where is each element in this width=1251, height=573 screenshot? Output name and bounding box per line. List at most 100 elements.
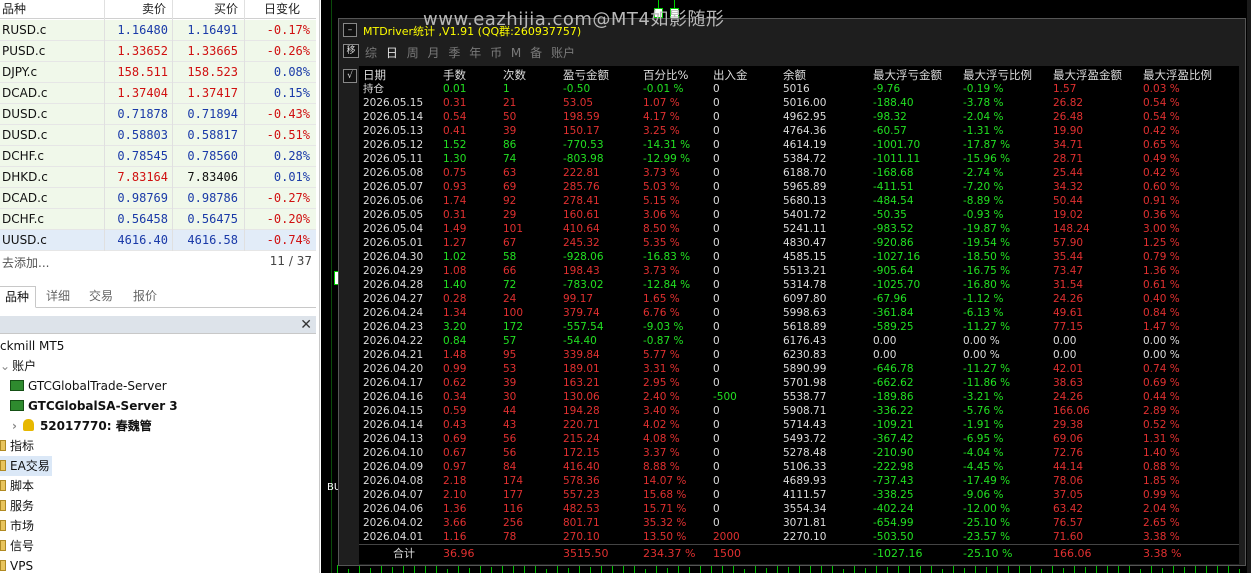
symbol-row[interactable]: DCHF.c 0.56458 0.56475 -0.20% bbox=[0, 209, 316, 230]
cell-max-float-profit: 63.42 bbox=[1053, 503, 1084, 515]
nav-item-services[interactable]: 服务 bbox=[0, 496, 34, 516]
cell-pnl: 557.23 bbox=[563, 489, 600, 501]
symbol-row[interactable]: RUSD.c 1.16480 1.16491 -0.17% bbox=[0, 20, 316, 41]
cell-max-float-loss: -905.64 bbox=[873, 265, 914, 277]
cell-max-float-loss-pct: -1.91 % bbox=[963, 419, 1004, 431]
cell-balance: 5384.72 bbox=[783, 153, 827, 165]
col-change-header[interactable]: 日变化 bbox=[264, 0, 300, 18]
nav-item-market[interactable]: 市场 bbox=[0, 516, 34, 536]
cell-flow: 0 bbox=[713, 503, 720, 515]
cell-pnl: 198.59 bbox=[563, 111, 600, 123]
volume-bar bbox=[810, 566, 811, 573]
cell-max-float-loss: -222.98 bbox=[873, 461, 914, 473]
cell-max-float-profit: 24.26 bbox=[1053, 391, 1084, 403]
nav-item-expert-advisors[interactable]: EA交易 bbox=[0, 456, 52, 476]
tab-ticks[interactable]: 报价 bbox=[127, 286, 163, 308]
cell-date: 2026.04.28 bbox=[363, 279, 424, 291]
symbol-name: DHKD.c bbox=[2, 170, 48, 184]
nav-item-account[interactable]: › 52017770: 春魏管 bbox=[12, 416, 152, 436]
symbol-row[interactable]: DUSD.c 0.58803 0.58817 -0.51% bbox=[0, 125, 316, 146]
nav-item-signals[interactable]: 信号 bbox=[0, 536, 34, 556]
nav-item-vps[interactable]: VPS bbox=[0, 556, 33, 573]
symbol-row[interactable]: PUSD.c 1.33652 1.33665 -0.26% bbox=[0, 41, 316, 62]
cell-count: 53 bbox=[503, 363, 517, 375]
nav-item-server-1[interactable]: GTCGlobalTrade-Server bbox=[10, 376, 167, 396]
tab-currency[interactable]: 币 bbox=[490, 46, 502, 60]
tab-quarterly[interactable]: 季 bbox=[448, 46, 460, 60]
cell-balance: 5513.21 bbox=[783, 265, 827, 277]
nav-item-scripts[interactable]: 脚本 bbox=[0, 476, 34, 496]
chevron-right-icon[interactable]: › bbox=[12, 419, 17, 433]
cell-max-float-profit-pct: 0.54 % bbox=[1143, 97, 1180, 109]
symbol-row[interactable]: DCAD.c 1.37404 1.37417 0.15% bbox=[0, 83, 316, 104]
add-symbol-row[interactable]: 去添加... 11 / 37 bbox=[0, 251, 316, 271]
symbol-row[interactable]: DCAD.c 0.98769 0.98786 -0.27% bbox=[0, 188, 316, 209]
cell-date: 2026.05.13 bbox=[363, 125, 424, 137]
cell-date: 2026.04.30 bbox=[363, 251, 424, 263]
daily-change: -0.17% bbox=[266, 23, 310, 37]
tab-weekly[interactable]: 周 bbox=[407, 46, 419, 60]
cell-max-float-loss: 0.00 bbox=[873, 335, 897, 347]
header-max-float-profit: 最大浮盈金额 bbox=[1053, 68, 1122, 82]
symbol-row[interactable]: UUSD.c 4616.40 4616.58 -0.74% bbox=[0, 230, 316, 251]
cell-max-float-profit-pct: 3.00 % bbox=[1143, 223, 1180, 235]
price-scale bbox=[1247, 0, 1251, 573]
volume-bar bbox=[1206, 566, 1207, 573]
cell-max-float-loss: -67.96 bbox=[873, 293, 907, 305]
cell-pct: 4.08 % bbox=[643, 433, 680, 445]
tab-summary[interactable]: 综 bbox=[365, 46, 377, 60]
nav-item-label: 服务 bbox=[10, 499, 35, 513]
symbol-name: DJPY.c bbox=[2, 65, 38, 79]
cell-max-float-profit-pct: 0.65 % bbox=[1143, 139, 1180, 151]
checkbox-toggle[interactable]: √ bbox=[343, 69, 357, 83]
symbol-row[interactable]: DJPY.c 158.511 158.523 0.08% bbox=[0, 62, 316, 83]
col-symbol-header[interactable]: 品种 bbox=[2, 0, 26, 18]
cell-count: 174 bbox=[503, 475, 524, 487]
cell-max-float-profit-pct: 0.88 % bbox=[1143, 461, 1180, 473]
tab-details[interactable]: 详细 bbox=[40, 286, 76, 308]
tab-account[interactable]: 账户 bbox=[551, 46, 575, 60]
volume-bar bbox=[469, 568, 470, 573]
cell-max-float-profit: 50.44 bbox=[1053, 195, 1084, 207]
cell-date: 2026.04.15 bbox=[363, 405, 424, 417]
cell-count: 43 bbox=[503, 419, 517, 431]
nav-item-label: GTCGlobalSA-Server 3 bbox=[28, 399, 178, 413]
nav-item-accounts[interactable]: ⌄ 账户 bbox=[0, 356, 36, 376]
cell-flow: 0 bbox=[713, 517, 720, 529]
add-symbol-label[interactable]: 去添加... bbox=[2, 254, 49, 271]
cell-max-float-loss: -1025.70 bbox=[873, 279, 921, 291]
cell-max-float-loss: -503.50 bbox=[873, 531, 914, 543]
tab-monthly[interactable]: 月 bbox=[428, 46, 440, 60]
tab-notes[interactable]: 备 bbox=[530, 46, 542, 60]
tab-symbols[interactable]: 品种 bbox=[0, 286, 37, 308]
cell-max-float-loss: -336.22 bbox=[873, 405, 914, 417]
symbol-row[interactable]: DUSD.c 0.71878 0.71894 -0.43% bbox=[0, 104, 316, 125]
total-flow: 1500 bbox=[713, 547, 741, 560]
move-button[interactable]: 移 bbox=[343, 44, 359, 58]
navigator-root[interactable]: ckmill MT5 bbox=[0, 336, 64, 356]
symbol-row[interactable]: DCHF.c 0.78545 0.78560 0.28% bbox=[0, 146, 316, 167]
ask-price: 1.16491 bbox=[187, 23, 238, 37]
symbol-row[interactable]: DHKD.c 7.83164 7.83406 0.01% bbox=[0, 167, 316, 188]
bid-price: 1.37404 bbox=[117, 86, 168, 100]
nav-item-indicators[interactable]: 指标 bbox=[0, 436, 34, 456]
cell-flow: 0 bbox=[713, 489, 720, 501]
col-ask-header[interactable]: 买价 bbox=[214, 0, 238, 18]
col-bid-header[interactable]: 卖价 bbox=[142, 0, 166, 18]
cell-count: 100 bbox=[503, 307, 524, 319]
close-icon[interactable]: ✕ bbox=[300, 316, 312, 334]
tab-daily[interactable]: 日 bbox=[386, 46, 398, 60]
panel-menu-icon[interactable]: – bbox=[343, 23, 357, 37]
cell-max-float-profit-pct: 0.79 % bbox=[1143, 251, 1180, 263]
cell-max-float-profit: 76.57 bbox=[1053, 517, 1084, 529]
nav-item-server-2[interactable]: GTCGlobalSA-Server 3 bbox=[10, 396, 178, 416]
tab-yearly[interactable]: 年 bbox=[469, 46, 481, 60]
tab-magic[interactable]: M bbox=[511, 46, 521, 60]
cell-max-float-profit-pct: 2.04 % bbox=[1143, 503, 1180, 515]
cell-date: 2026.04.17 bbox=[363, 377, 424, 389]
tab-trading[interactable]: 交易 bbox=[83, 286, 119, 308]
volume-bar bbox=[447, 569, 448, 573]
symbol-name: DUSD.c bbox=[2, 128, 48, 142]
cell-balance: 5493.72 bbox=[783, 433, 827, 445]
daily-change: -0.51% bbox=[266, 128, 310, 142]
